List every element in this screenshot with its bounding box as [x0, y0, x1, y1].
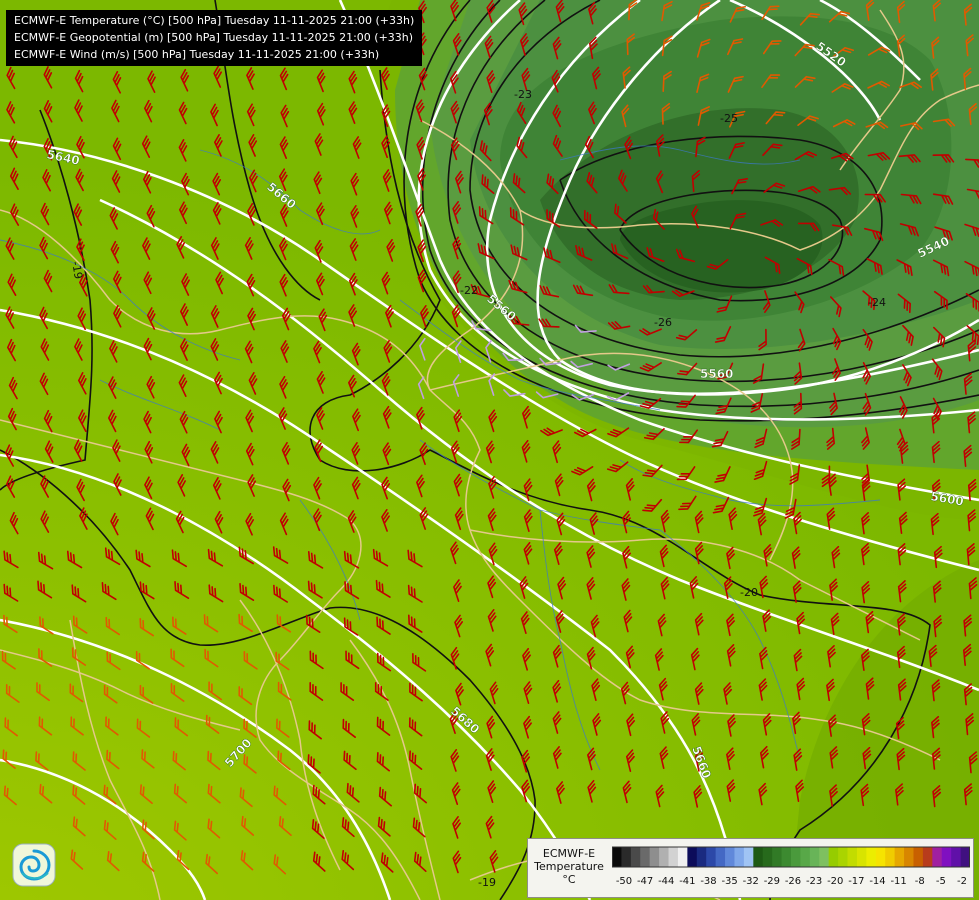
legend-tick-label: -20 [827, 876, 844, 887]
legend-tick-label: -2 [957, 876, 967, 887]
legend-swatch [866, 847, 877, 867]
legend-swatch [715, 847, 726, 867]
title-geopotential: ECMWF-E Geopotential (m) [500 hPa] Tuesd… [14, 31, 414, 44]
legend-swatch [687, 847, 698, 867]
legend-swatch [659, 847, 669, 867]
legend-title: ECMWF-E Temperature °C [532, 847, 606, 886]
legend-model: ECMWF-E [542, 847, 596, 860]
legend-swatch [932, 847, 943, 867]
legend-tick-label: -26 [784, 876, 802, 887]
legend-swatch [922, 847, 933, 867]
legend-tick-label: -44 [658, 876, 675, 887]
legend-swatch [913, 847, 924, 867]
legend-swatch [828, 847, 839, 867]
legend-swatch [649, 847, 660, 867]
legend-tick-label: -38 [700, 876, 717, 887]
legend-swatch [668, 847, 679, 867]
legend-tick-label: -5 [935, 876, 946, 887]
legend-swatch [762, 847, 773, 867]
isotherm-label: -20 [740, 586, 758, 599]
legend-swatch [951, 847, 961, 867]
title-temperature: ECMWF-E Temperature (°C) [500 hPa] Tuesd… [14, 14, 415, 27]
isohypse-label: 5560 [700, 367, 733, 381]
legend-tick-label: -41 [679, 876, 696, 887]
legend-swatch [706, 847, 717, 867]
map-title-box: ECMWF-E Temperature (°C) [500 hPa] Tuesd… [6, 10, 423, 66]
legend-swatch [838, 847, 848, 867]
legend-swatch [772, 847, 782, 867]
legend-swatch [677, 847, 688, 867]
legend-swatch [819, 847, 830, 867]
legend-unit: °C [562, 873, 576, 886]
legend-tick-label: -29 [763, 876, 781, 887]
legend-swatch [894, 847, 905, 867]
legend-color-scale [612, 846, 970, 868]
isotherm-label: -19 [478, 876, 496, 889]
legend-swatch [743, 847, 754, 867]
legend-swatch [640, 847, 651, 867]
legend-swatch [941, 847, 952, 867]
legend-swatch [875, 847, 886, 867]
weather-map: 5520 5540 5560 5560 5600 5640 5660 5680 … [0, 0, 979, 900]
legend-swatch [791, 847, 801, 867]
legend-swatch [904, 847, 914, 867]
legend-swatch [847, 847, 858, 867]
legend-ticks: -50 -47 -44 -41 -38 -35 -32 -29 -26 -23 -20 -17 -14-… [612, 876, 970, 890]
legend-swatch [960, 847, 970, 867]
legend-swatch [856, 847, 867, 867]
legend-tick-label: -14 [869, 876, 886, 887]
legend-swatch [809, 847, 820, 867]
legend-swatch [753, 847, 764, 867]
temperature-legend: ECMWF-E Temperature °C -50 -47 -44 -41 -38 -3… [527, 838, 974, 898]
legend-variable: Temperature [534, 860, 604, 873]
legend-tick-label: -47 [636, 876, 654, 887]
legend-swatch [885, 847, 896, 867]
legend-tick-label: -11 [890, 876, 907, 887]
legend-swatch [696, 847, 707, 867]
legend-swatch [612, 847, 622, 867]
legend-tick-label: -8 [914, 876, 925, 887]
legend-tick-label: -32 [742, 876, 759, 887]
isotherm-label: -26 [654, 316, 672, 329]
legend-tick-label: -35 [721, 876, 738, 887]
legend-tick-label: -23 [805, 876, 823, 887]
legend-swatch [630, 847, 641, 867]
legend-swatch [734, 847, 745, 867]
legend-swatch [621, 847, 632, 867]
legend-tick-label: -50 [615, 876, 633, 887]
isotherm-label: -24 [868, 296, 886, 309]
isotherm-label: -22 [460, 284, 478, 297]
legend-swatch [800, 847, 811, 867]
title-wind: ECMWF-E Wind (m/s) [500 hPa] Tuesday 11-… [14, 48, 380, 61]
legend-swatch [781, 847, 792, 867]
isotherm-label: -25 [720, 112, 738, 125]
legend-tick-label: -17 [848, 876, 865, 887]
isotherm-label: -23 [514, 88, 532, 101]
ecmwf-logo-icon [12, 843, 56, 887]
legend-swatch [725, 847, 735, 867]
